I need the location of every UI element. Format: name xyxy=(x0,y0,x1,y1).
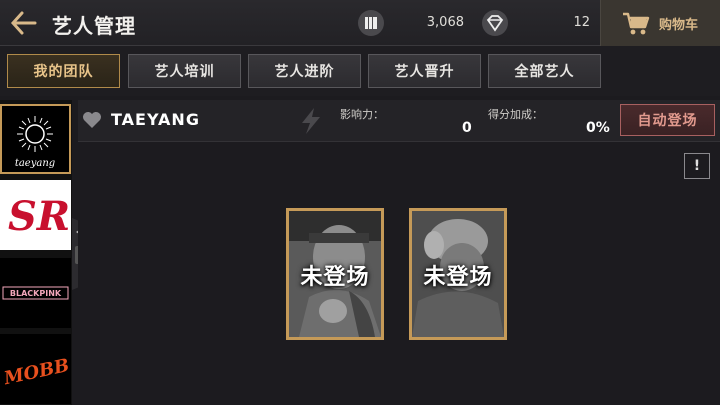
tab-bar: 我的团队 艺人培训 艺人进阶 艺人晋升 全部艺人 xyxy=(0,46,720,96)
member-slot[interactable]: 未登场 xyxy=(409,208,507,340)
svg-text:taeyang: taeyang xyxy=(15,158,55,169)
top-bar: 艺人管理 3,068 12 购物车 xyxy=(0,0,720,46)
album-count: 3,068 xyxy=(426,15,464,30)
artist-name: TAEYANG xyxy=(111,110,200,129)
diamond-count: 12 xyxy=(573,15,590,30)
taeyang-logo: taeyang xyxy=(15,116,55,169)
tab-my-team[interactable]: 我的团队 xyxy=(7,54,120,88)
tab-all-artists[interactable]: 全部艺人 xyxy=(488,54,601,88)
bonus-value: 0% xyxy=(586,120,610,136)
help-icon[interactable]: ! xyxy=(684,153,710,179)
artist-list: taeyang SR BLACKPINK MOBB xyxy=(0,100,72,405)
heart-icon[interactable] xyxy=(82,111,102,133)
sr-logo: SR xyxy=(8,193,70,240)
mobb-logo: MOBB xyxy=(1,355,71,389)
artist-card-mobb[interactable]: MOBB xyxy=(0,334,71,404)
auto-deploy-button[interactable]: 自动登场 xyxy=(620,104,715,136)
tab-artist-promotion[interactable]: 艺人晋升 xyxy=(368,54,481,88)
bonus-label: 得分加成： xyxy=(488,108,543,121)
tab-artist-advance[interactable]: 艺人进阶 xyxy=(248,54,361,88)
cart-label: 购物车 xyxy=(659,18,699,33)
artist-info-bar: TAEYANG 影响力： 0 得分加成： 0% 自动登场 xyxy=(78,100,720,142)
artist-card-taeyang[interactable]: taeyang xyxy=(0,104,71,174)
cart-icon xyxy=(621,10,651,40)
album-icon xyxy=(358,10,384,36)
cart-button[interactable]: 购物车 xyxy=(600,0,720,46)
lightning-icon xyxy=(298,106,324,140)
member-slot[interactable]: 未登场 xyxy=(286,208,384,340)
svg-text:BLACKPINK: BLACKPINK xyxy=(10,289,62,298)
back-arrow-icon[interactable] xyxy=(8,9,38,37)
svg-text:SR: SR xyxy=(8,193,70,240)
influence-value: 0 xyxy=(462,120,472,136)
artist-card-sr[interactable]: SR xyxy=(0,180,71,250)
team-slot-area: ! 未登场 未登场 xyxy=(78,142,720,405)
artist-card-blackpink[interactable]: BLACKPINK xyxy=(0,258,71,328)
slot-status: 未登场 xyxy=(423,265,493,290)
diamond-icon xyxy=(482,10,508,36)
tab-artist-training[interactable]: 艺人培训 xyxy=(128,54,241,88)
svg-text:MOBB: MOBB xyxy=(1,355,71,389)
blackpink-logo: BLACKPINK xyxy=(2,286,69,300)
slot-status: 未登场 xyxy=(300,265,370,290)
album-counter: 3,068 xyxy=(358,10,464,36)
influence-label: 影响力： xyxy=(340,108,384,121)
diamond-counter: 12 xyxy=(482,10,590,36)
page-title: 艺人管理 xyxy=(52,14,136,38)
